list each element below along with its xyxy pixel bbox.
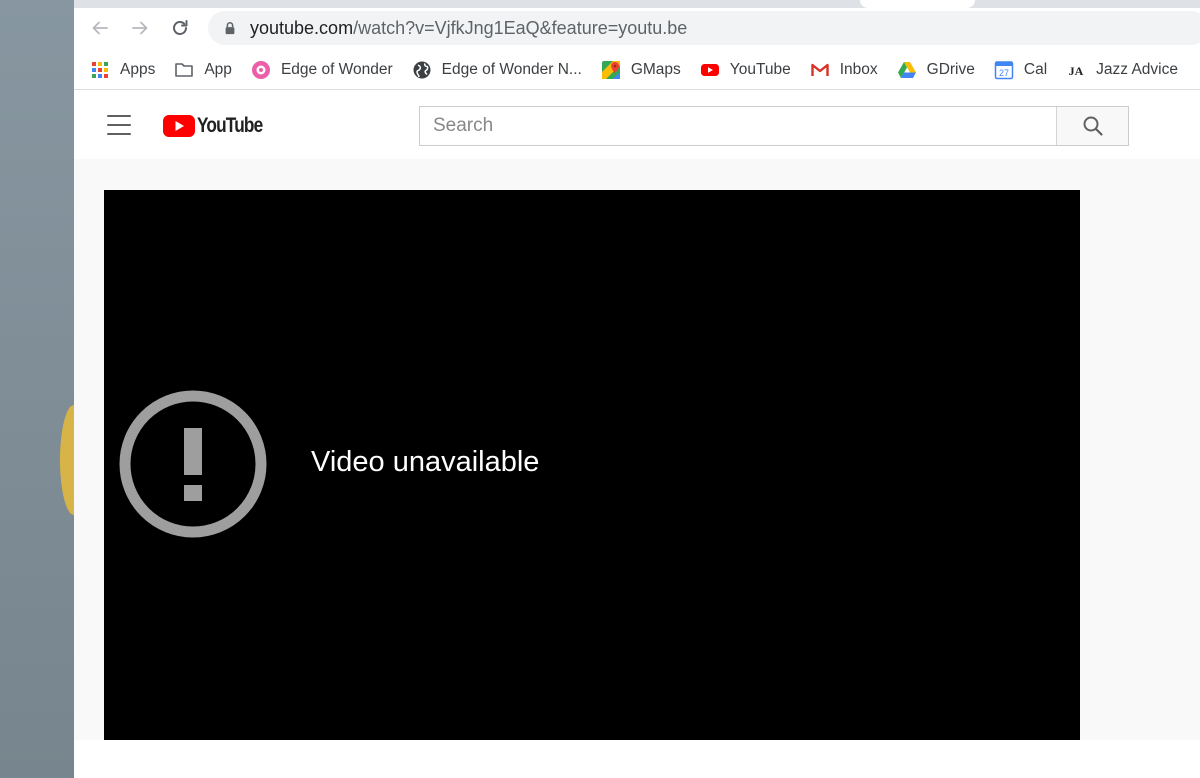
video-player[interactable]: Video unavailable — [104, 190, 1080, 740]
url-path: /watch?v=VjfkJng1EaQ&feature=youtu.be — [353, 17, 688, 38]
bookmark-label: Inbox — [839, 60, 878, 78]
bookmark-label: App — [204, 60, 232, 78]
google-maps-icon — [601, 60, 621, 80]
watch-page: Video unavailable — [74, 159, 1200, 778]
bookmark-edge-of-wonder[interactable]: Edge of Wonder — [251, 60, 393, 80]
reload-icon — [173, 20, 188, 35]
reload-button[interactable] — [166, 14, 194, 42]
bookmark-youtube[interactable]: YouTube — [700, 60, 791, 80]
bookmark-edge-of-wonder-news[interactable]: Edge of Wonder N... — [412, 60, 582, 80]
search-box — [419, 106, 1129, 146]
jazz-advice-icon: JA — [1066, 60, 1086, 80]
bookmark-label: GDrive — [926, 60, 975, 78]
bookmark-apps[interactable]: Apps — [90, 60, 155, 80]
guide-menu-button[interactable] — [104, 111, 134, 139]
bookmark-label: Edge of Wonder — [280, 60, 393, 78]
error-exclamation-icon — [119, 390, 267, 538]
page-content-area — [74, 740, 1200, 778]
bookmark-app-folder[interactable]: App — [174, 60, 232, 80]
search-button[interactable] — [1056, 107, 1128, 145]
svg-text:27: 27 — [999, 68, 1009, 78]
bookmark-gmaps[interactable]: GMaps — [601, 60, 681, 80]
svg-text:JA: JA — [1069, 64, 1084, 78]
lock-icon — [222, 20, 238, 36]
globe-icon — [412, 60, 432, 80]
url-text: youtube.com/watch?v=VjfkJng1EaQ&feature=… — [250, 18, 687, 39]
gmail-icon — [810, 60, 830, 80]
back-button[interactable] — [86, 14, 114, 42]
bookmark-label: Jazz Advice — [1096, 60, 1178, 78]
bookmark-label: Cal — [1023, 60, 1048, 78]
back-arrow-icon — [92, 21, 108, 35]
bookmarks-bar: Apps App Edge of Wonder Edge of Wonder N… — [74, 50, 1200, 90]
desktop-background — [0, 0, 88, 778]
hamburger-icon-line — [107, 124, 131, 126]
edge-of-wonder-icon — [251, 60, 271, 80]
bookmark-inbox[interactable]: Inbox — [810, 60, 878, 80]
youtube-logo[interactable]: YouTube — [163, 113, 277, 139]
youtube-icon — [700, 60, 720, 80]
bookmark-label: GMaps — [630, 60, 681, 78]
browser-window: youtube.com/watch?v=VjfkJng1EaQ&feature=… — [74, 0, 1200, 778]
search-icon — [1083, 116, 1103, 136]
url-host: youtube.com — [250, 17, 354, 38]
bookmark-gdrive[interactable]: GDrive — [897, 60, 975, 80]
hamburger-icon-line — [107, 133, 131, 135]
youtube-wordmark: YouTube — [197, 114, 263, 137]
active-tab[interactable] — [860, 0, 975, 8]
address-bar[interactable]: youtube.com/watch?v=VjfkJng1EaQ&feature=… — [208, 11, 1200, 45]
bookmark-cal[interactable]: 27 Cal — [994, 60, 1047, 80]
browser-toolbar: youtube.com/watch?v=VjfkJng1EaQ&feature=… — [74, 8, 1200, 50]
tab-strip — [74, 0, 1200, 8]
youtube-masthead: YouTube — [74, 91, 1200, 159]
forward-button[interactable] — [126, 14, 154, 42]
video-unavailable-message: Video unavailable — [311, 446, 540, 478]
forward-arrow-icon — [132, 21, 148, 35]
bookmark-jazz-advice[interactable]: JA Jazz Advice — [1066, 60, 1178, 80]
bookmark-label: Edge of Wonder N... — [441, 60, 582, 78]
folder-icon — [174, 60, 194, 80]
google-drive-icon — [897, 60, 917, 80]
bookmark-label: YouTube — [729, 60, 791, 78]
youtube-play-logo-icon — [163, 115, 195, 137]
apps-grid-icon — [90, 60, 110, 80]
hamburger-icon-line — [107, 115, 131, 117]
calendar-icon: 27 — [994, 60, 1014, 80]
search-input[interactable] — [420, 107, 1056, 145]
bookmark-label: Apps — [120, 60, 156, 78]
